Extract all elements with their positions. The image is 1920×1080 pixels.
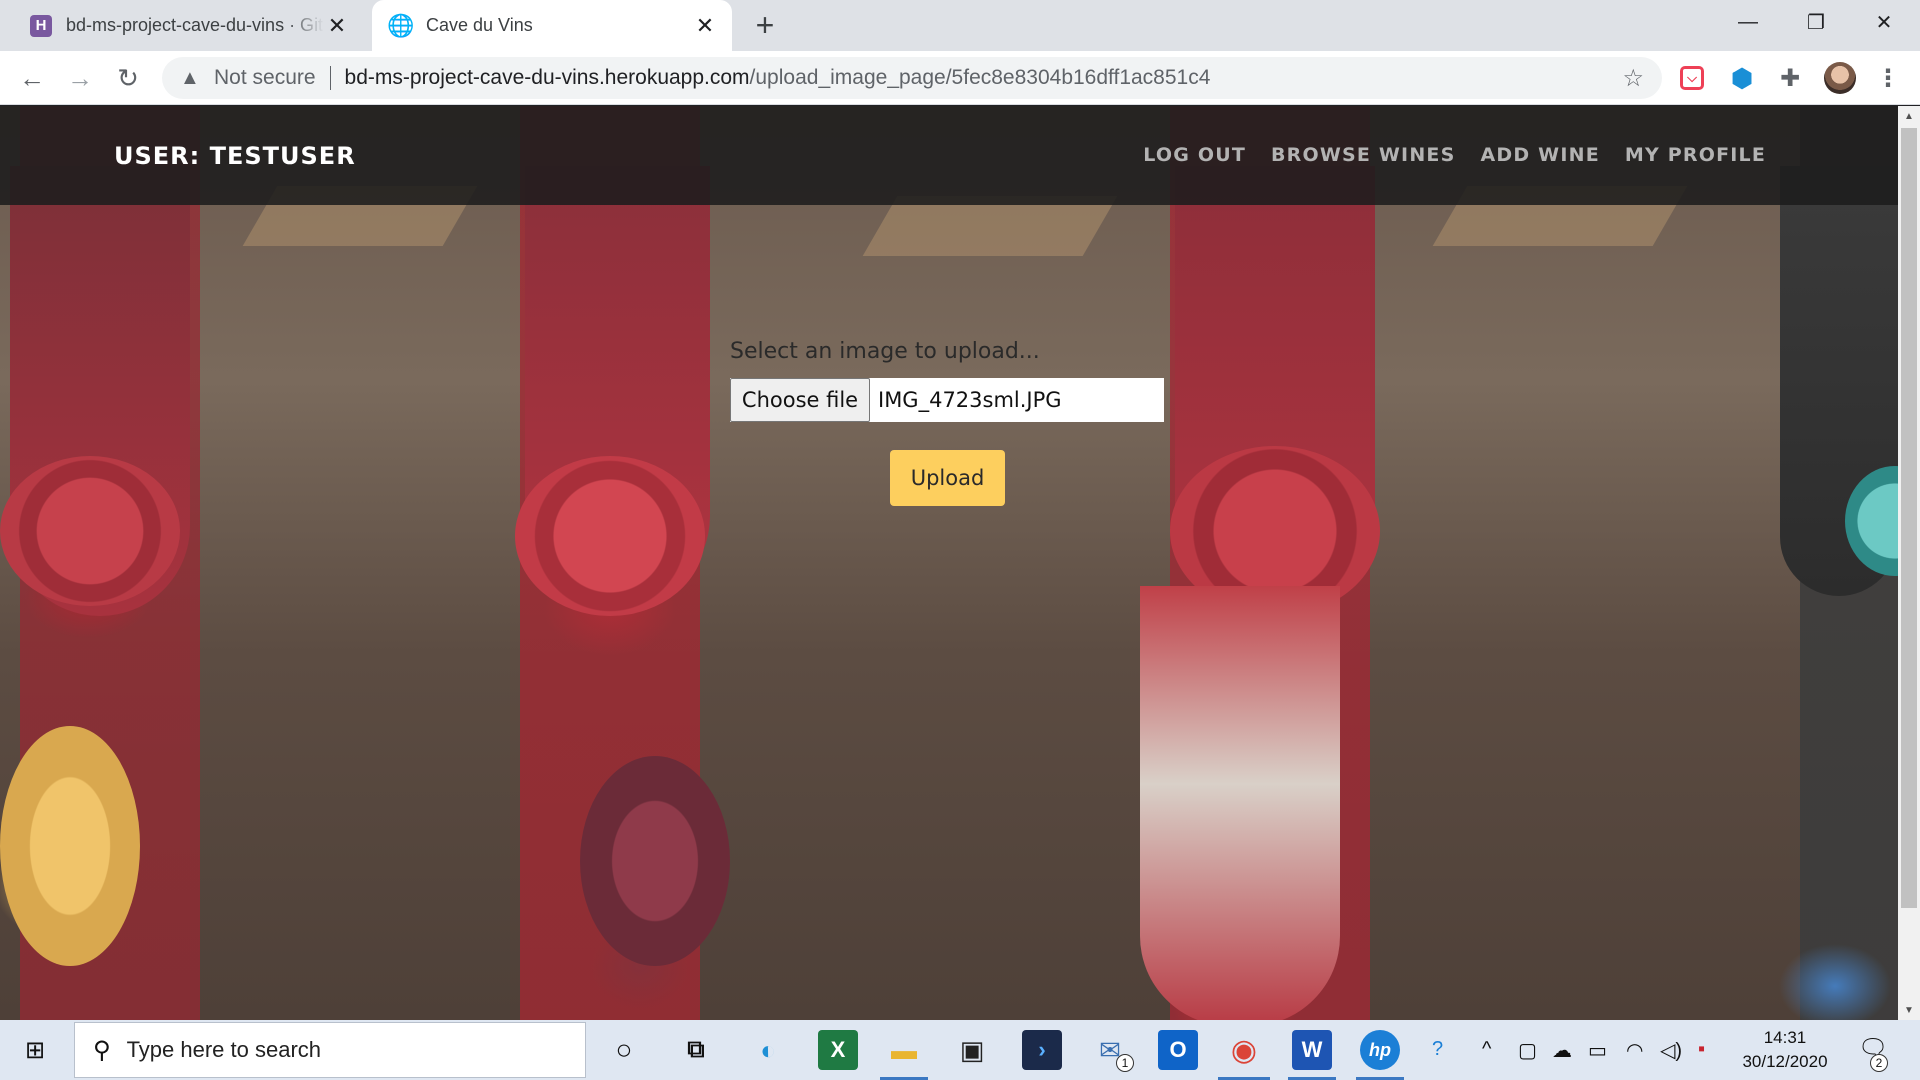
new-tab-button[interactable]: +: [748, 7, 782, 43]
close-icon[interactable]: ✕: [692, 13, 718, 39]
hp-icon[interactable]: hp: [1360, 1030, 1400, 1070]
tab-title: Cave du Vins: [426, 15, 533, 35]
powershell-icon[interactable]: ›: [1022, 1030, 1062, 1070]
clock-date: 30/12/2020: [1742, 1052, 1828, 1071]
volume-icon[interactable]: ◁): [1660, 1038, 1682, 1063]
clock-time: 14:31: [1763, 1028, 1807, 1047]
security-label[interactable]: Not secure: [214, 66, 316, 90]
pocket-extension-icon[interactable]: ⌵: [1680, 66, 1704, 90]
heroku-icon: H: [30, 14, 52, 37]
nav-my-profile[interactable]: MY PROFILE: [1625, 144, 1766, 166]
wine-cork-image: [0, 456, 180, 606]
help-icon[interactable]: ?: [1432, 1038, 1443, 1061]
onedrive-cloud-icon[interactable]: ☁: [1552, 1038, 1572, 1063]
window-close-button[interactable]: ✕: [1850, 0, 1918, 44]
taskbar-search-box[interactable]: ⚲ Type here to search: [74, 1022, 586, 1078]
page-scrollbar[interactable]: ▲ ▼: [1898, 106, 1920, 1020]
store-icon[interactable]: ▣: [952, 1030, 992, 1070]
file-explorer-icon[interactable]: ▬: [884, 1030, 924, 1070]
chevron-up-icon[interactable]: ^: [1482, 1038, 1491, 1061]
scroll-down-arrow-icon[interactable]: ▼: [1898, 1000, 1920, 1020]
antivirus-icon[interactable]: ▪: [1698, 1038, 1705, 1061]
extensions-puzzle-icon[interactable]: ✚: [1776, 64, 1804, 92]
tab-title: bd-ms-project-cave-du-vins · Git: [66, 15, 324, 35]
profile-avatar[interactable]: [1824, 62, 1856, 94]
site-navbar: USER: TESTUSER LOG OUT BROWSE WINES ADD …: [0, 106, 1898, 205]
upload-prompt: Select an image to upload...: [730, 339, 1040, 364]
windows-start-icon[interactable]: ⊞: [12, 1034, 58, 1066]
tab-cave-du-vins[interactable]: 🌐 Cave du Vins ✕: [372, 0, 732, 51]
battery-icon[interactable]: ▭: [1588, 1038, 1607, 1063]
wine-bottle-image: [1140, 586, 1340, 1020]
notification-badge: 2: [1870, 1054, 1888, 1072]
nav-links: LOG OUT BROWSE WINES ADD WINE MY PROFILE: [1143, 144, 1766, 166]
choose-file-button[interactable]: Choose file: [730, 378, 870, 422]
tab-github[interactable]: H bd-ms-project-cave-du-vins · Git ✕: [12, 0, 364, 51]
search-placeholder: Type here to search: [126, 1037, 322, 1062]
edge-icon[interactable]: ◐: [748, 1030, 788, 1070]
task-view-icon[interactable]: ⧉: [676, 1030, 716, 1070]
close-icon[interactable]: ✕: [324, 13, 350, 39]
globe-icon: 🌐: [387, 12, 415, 38]
upload-form: Select an image to upload... Choose file…: [730, 339, 1164, 506]
mail-badge: 1: [1116, 1054, 1134, 1072]
url-host[interactable]: bd-ms-project-cave-du-vins.herokuapp.com: [345, 66, 750, 90]
browser-toolbar: ← → ↻ ▲ Not secure bd-ms-project-cave-du…: [0, 51, 1920, 105]
windows-taskbar: ⊞ ⚲ Type here to search ○ ⧉ ◐ X ▬ ▣ › ✉ …: [0, 1020, 1920, 1080]
selected-file-name: IMG_4723sml.JPG: [878, 388, 1062, 412]
excel-icon[interactable]: X: [818, 1030, 858, 1070]
nav-log-out[interactable]: LOG OUT: [1143, 144, 1246, 166]
tab-strip: H bd-ms-project-cave-du-vins · Git ✕ 🌐 C…: [0, 0, 1920, 51]
divider: [329, 66, 331, 90]
minimize-button[interactable]: —: [1714, 0, 1782, 44]
background-rack: [862, 196, 1118, 256]
wine-cork-image: [515, 456, 705, 616]
cortana-icon[interactable]: ○: [604, 1030, 644, 1070]
outlook-icon[interactable]: O: [1158, 1030, 1198, 1070]
back-icon[interactable]: ←: [14, 60, 50, 96]
upload-button[interactable]: Upload: [890, 450, 1005, 506]
hex-extension-icon[interactable]: ⬢: [1728, 63, 1756, 93]
wine-cork-image: [0, 726, 140, 966]
word-icon[interactable]: W: [1292, 1030, 1332, 1070]
scrollbar-thumb[interactable]: [1901, 128, 1917, 908]
bookmark-star-icon[interactable]: ☆: [1622, 64, 1644, 93]
device-icon[interactable]: ▢: [1518, 1038, 1537, 1063]
scroll-up-arrow-icon[interactable]: ▲: [1898, 106, 1920, 126]
url-path[interactable]: /upload_image_page/5fec8e8304b16dff1ac85…: [750, 66, 1211, 90]
browser-menu-icon[interactable]: ⋮: [1874, 64, 1902, 92]
system-clock[interactable]: 14:31 30/12/2020: [1730, 1026, 1840, 1074]
restore-button[interactable]: ❐: [1782, 0, 1850, 44]
chrome-icon[interactable]: ◉: [1224, 1030, 1264, 1070]
file-input[interactable]: Choose file IMG_4723sml.JPG: [730, 378, 1164, 422]
address-bar[interactable]: ▲ Not secure bd-ms-project-cave-du-vins.…: [162, 57, 1662, 99]
nav-add-wine[interactable]: ADD WINE: [1481, 144, 1600, 166]
search-icon: ⚲: [93, 1036, 111, 1064]
wifi-icon[interactable]: ◠: [1626, 1038, 1643, 1063]
user-brand[interactable]: USER: TESTUSER: [114, 142, 356, 170]
page-viewport: USER: TESTUSER LOG OUT BROWSE WINES ADD …: [0, 106, 1898, 1020]
reload-icon[interactable]: ↻: [110, 60, 146, 96]
forward-icon[interactable]: →: [62, 60, 98, 96]
nav-browse-wines[interactable]: BROWSE WINES: [1271, 144, 1456, 166]
warning-icon[interactable]: ▲: [180, 67, 202, 90]
wine-cork-image: [580, 756, 730, 966]
